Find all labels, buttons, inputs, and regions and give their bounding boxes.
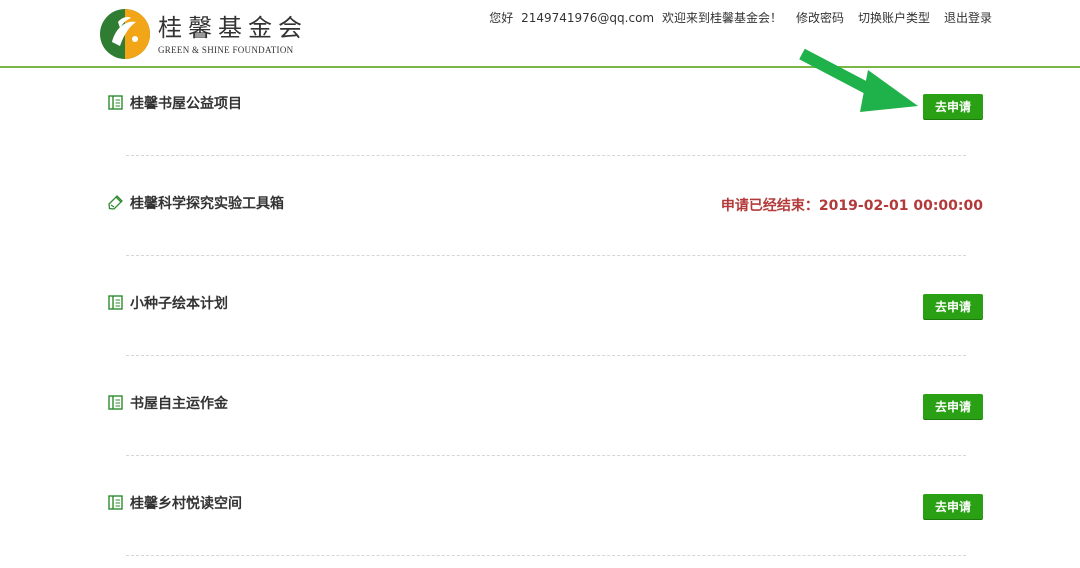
book-icon [108,295,123,310]
application-ended-status: 申请已经结束：2019-02-01 00:00:00 [720,198,983,214]
book-icon [108,495,123,510]
divider [126,255,966,256]
project-title: 桂馨书屋公益项目 [130,96,242,112]
divider [126,155,966,156]
apply-button[interactable]: 去申请 [923,394,983,419]
logo-icon [100,9,150,59]
logout-link[interactable]: 退出登录 [944,9,992,26]
project-title: 书屋自主运作金 [130,396,228,412]
switch-account-type-link[interactable]: 切换账户类型 [858,9,930,26]
user-greeting: 您好 2149741976@qq.com 欢迎来到桂馨基金会！ [489,9,782,26]
apply-button[interactable]: 去申请 [923,294,983,319]
project-item: 小种子绘本计划 去申请 [108,268,984,368]
flask-icon [108,195,123,210]
project-item: 桂馨科学探究实验工具箱 [108,168,984,268]
annotation-arrow-icon [799,48,918,112]
logo-name-cn: 桂馨基金会 [158,14,308,42]
book-icon [108,395,123,410]
project-title: 小种子绘本计划 [130,296,228,312]
project-title: 桂馨乡村悦读空间 [130,496,242,512]
logo[interactable]: 桂馨基金会 GREEN & SHINE FOUNDATION [98,8,308,60]
welcome-text: 欢迎来到桂馨基金会！ [661,11,782,25]
top-nav: 您好 2149741976@qq.com 欢迎来到桂馨基金会！ 修改密码 切换账… [489,9,992,26]
book-icon [108,95,123,110]
project-item: 书屋自主运作金 去申请 [108,368,984,468]
apply-button[interactable]: 去申请 [923,94,983,119]
divider [126,355,966,356]
user-email: 2149741976@qq.com [521,11,655,25]
project-title: 桂馨科学探究实验工具箱 [130,196,284,212]
project-item: 桂馨乡村悦读空间 去申请 [108,468,984,568]
apply-button[interactable]: 去申请 [923,494,983,519]
change-password-link[interactable]: 修改密码 [796,9,844,26]
logo-name-en: GREEN & SHINE FOUNDATION [158,45,294,55]
greeting-text: 您好 [489,11,514,25]
divider [126,455,966,456]
project-list: 桂馨书屋公益项目 去申请 桂馨科学探究实验工具箱 小种子绘本计划 去申请 书屋自… [108,68,984,568]
divider [126,555,966,556]
